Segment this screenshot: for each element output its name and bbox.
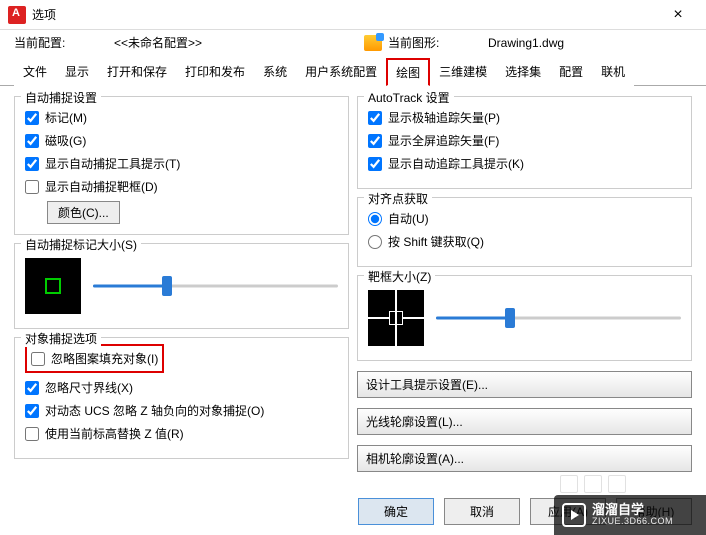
tab-3d[interactable]: 三维建模 [430, 58, 496, 86]
ignore-hatch-checkbox[interactable]: 忽略图案填充对象(I) [31, 350, 158, 367]
tab-system[interactable]: 系统 [254, 58, 296, 86]
marker-checkbox[interactable]: 标记(M) [25, 109, 338, 126]
ucs-negz-checkbox-input[interactable] [25, 404, 39, 418]
fullscreen-track-checkbox-label: 显示全屏追踪矢量(F) [388, 132, 499, 149]
autosnap-group: 自动捕捉设置 标记(M) 磁吸(G) 显示自动捕捉工具提示(T) 显示自动捕捉靶… [14, 96, 349, 235]
marker-size-group: 自动捕捉标记大小(S) [14, 243, 349, 329]
ignore-hatch-checkbox-input[interactable] [31, 352, 45, 366]
tab-online[interactable]: 联机 [592, 58, 634, 86]
aperture-size-legend: 靶框大小(Z) [364, 268, 435, 285]
snap-tooltip-checkbox-label: 显示自动捕捉工具提示(T) [45, 155, 180, 172]
autotrack-tooltip-checkbox-input[interactable] [368, 157, 382, 171]
autotrack-tooltip-checkbox-label: 显示自动追踪工具提示(K) [388, 155, 524, 172]
tab-display[interactable]: 显示 [56, 58, 98, 86]
fullscreen-track-checkbox-input[interactable] [368, 134, 382, 148]
magnet-checkbox[interactable]: 磁吸(G) [25, 132, 338, 149]
polar-track-checkbox-label: 显示极轴追踪矢量(P) [388, 109, 500, 126]
aperture-box-checkbox-input[interactable] [25, 180, 39, 194]
ignore-dim-checkbox[interactable]: 忽略尺寸界线(X) [25, 379, 338, 396]
fullscreen-track-checkbox[interactable]: 显示全屏追踪矢量(F) [368, 132, 681, 149]
object-snap-options-group: 对象捕捉选项 忽略图案填充对象(I) 忽略尺寸界线(X) 对动态 UCS 忽略 … [14, 337, 349, 459]
tab-user[interactable]: 用户系统配置 [296, 58, 386, 86]
tab-file[interactable]: 文件 [14, 58, 56, 86]
alignment-shift-radio-label: 按 Shift 键获取(Q) [388, 233, 484, 250]
tab-draw[interactable]: 绘图 [386, 58, 430, 86]
snap-tooltip-checkbox-input[interactable] [25, 157, 39, 171]
watermark: 溜溜自学 ZIXUE.3D66.COM [554, 495, 706, 535]
marker-size-slider[interactable] [93, 276, 338, 296]
replace-z-checkbox-input[interactable] [25, 427, 39, 441]
marker-size-legend: 自动捕捉标记大小(S) [21, 236, 141, 253]
tab-config[interactable]: 配置 [550, 58, 592, 86]
object-snap-options-legend: 对象捕捉选项 [21, 330, 101, 347]
design-tooltip-button[interactable]: 设计工具提示设置(E)... [357, 371, 692, 398]
current-drawing-value: Drawing1.dwg [488, 36, 648, 50]
alignment-auto-radio-input[interactable] [368, 212, 382, 226]
alignment-shift-radio[interactable]: 按 Shift 键获取(Q) [368, 233, 681, 250]
magnet-checkbox-input[interactable] [25, 134, 39, 148]
ignore-hatch-highlight: 忽略图案填充对象(I) [25, 344, 164, 373]
watermark-brand: 溜溜自学 [592, 503, 673, 517]
snap-tooltip-checkbox[interactable]: 显示自动捕捉工具提示(T) [25, 155, 338, 172]
app-logo-icon [8, 6, 26, 24]
ok-button[interactable]: 确定 [358, 498, 434, 525]
camera-glyph-button[interactable]: 相机轮廓设置(A)... [357, 445, 692, 472]
autotrack-tooltip-checkbox[interactable]: 显示自动追踪工具提示(K) [368, 155, 681, 172]
colors-button[interactable]: 颜色(C)... [47, 201, 120, 224]
watermark-url: ZIXUE.3D66.COM [592, 517, 673, 527]
autosnap-legend: 自动捕捉设置 [21, 89, 101, 106]
aperture-box-checkbox[interactable]: 显示自动捕捉靶框(D) [25, 178, 338, 195]
alignment-legend: 对齐点获取 [364, 190, 432, 207]
alignment-auto-radio-label: 自动(U) [388, 210, 429, 227]
current-drawing-label: 当前图形: [388, 34, 488, 51]
window-title: 选项 [32, 6, 56, 23]
profile-row: 当前配置: <<未命名配置>> 当前图形: Drawing1.dwg [0, 30, 706, 55]
current-profile-value: <<未命名配置>> [114, 34, 364, 51]
ucs-negz-checkbox-label: 对动态 UCS 忽略 Z 轴负向的对象捕捉(O) [45, 402, 264, 419]
cancel-button[interactable]: 取消 [444, 498, 520, 525]
polar-track-checkbox[interactable]: 显示极轴追踪矢量(P) [368, 109, 681, 126]
drawing-icon [364, 35, 382, 51]
aperture-preview-icon [368, 290, 424, 346]
alignment-group: 对齐点获取 自动(U) 按 Shift 键获取(Q) [357, 197, 692, 267]
ignore-hatch-checkbox-label: 忽略图案填充对象(I) [51, 350, 158, 367]
aperture-size-slider[interactable] [436, 308, 681, 328]
magnet-checkbox-label: 磁吸(G) [45, 132, 86, 149]
tab-select[interactable]: 选择集 [496, 58, 550, 86]
left-column: 自动捕捉设置 标记(M) 磁吸(G) 显示自动捕捉工具提示(T) 显示自动捕捉靶… [14, 96, 349, 472]
marker-checkbox-label: 标记(M) [45, 109, 87, 126]
tab-open-save[interactable]: 打开和保存 [98, 58, 176, 86]
tab-print[interactable]: 打印和发布 [176, 58, 254, 86]
polar-track-checkbox-input[interactable] [368, 111, 382, 125]
current-profile-label: 当前配置: [14, 34, 114, 51]
autotrack-legend: AutoTrack 设置 [364, 89, 454, 106]
ignore-dim-checkbox-label: 忽略尺寸界线(X) [45, 379, 133, 396]
titlebar: 选项 × [0, 0, 706, 30]
marker-checkbox-input[interactable] [25, 111, 39, 125]
tab-bar: 文件 显示 打开和保存 打印和发布 系统 用户系统配置 绘图 三维建模 选择集 … [0, 57, 706, 86]
ucs-negz-checkbox[interactable]: 对动态 UCS 忽略 Z 轴负向的对象捕捉(O) [25, 402, 338, 419]
marker-preview-icon [25, 258, 81, 314]
close-icon[interactable]: × [658, 6, 698, 24]
light-glyph-button[interactable]: 光线轮廓设置(L)... [357, 408, 692, 435]
play-icon [562, 503, 586, 527]
alignment-shift-radio-input[interactable] [368, 235, 382, 249]
aperture-box-checkbox-label: 显示自动捕捉靶框(D) [45, 178, 158, 195]
aperture-size-group: 靶框大小(Z) [357, 275, 692, 361]
replace-z-checkbox-label: 使用当前标高替换 Z 值(R) [45, 425, 184, 442]
right-column: AutoTrack 设置 显示极轴追踪矢量(P) 显示全屏追踪矢量(F) 显示自… [357, 96, 692, 472]
replace-z-checkbox[interactable]: 使用当前标高替换 Z 值(R) [25, 425, 338, 442]
autotrack-group: AutoTrack 设置 显示极轴追踪矢量(P) 显示全屏追踪矢量(F) 显示自… [357, 96, 692, 189]
tab-panel-draw: 自动捕捉设置 标记(M) 磁吸(G) 显示自动捕捉工具提示(T) 显示自动捕捉靶… [0, 86, 706, 476]
alignment-auto-radio[interactable]: 自动(U) [368, 210, 681, 227]
ignore-dim-checkbox-input[interactable] [25, 381, 39, 395]
